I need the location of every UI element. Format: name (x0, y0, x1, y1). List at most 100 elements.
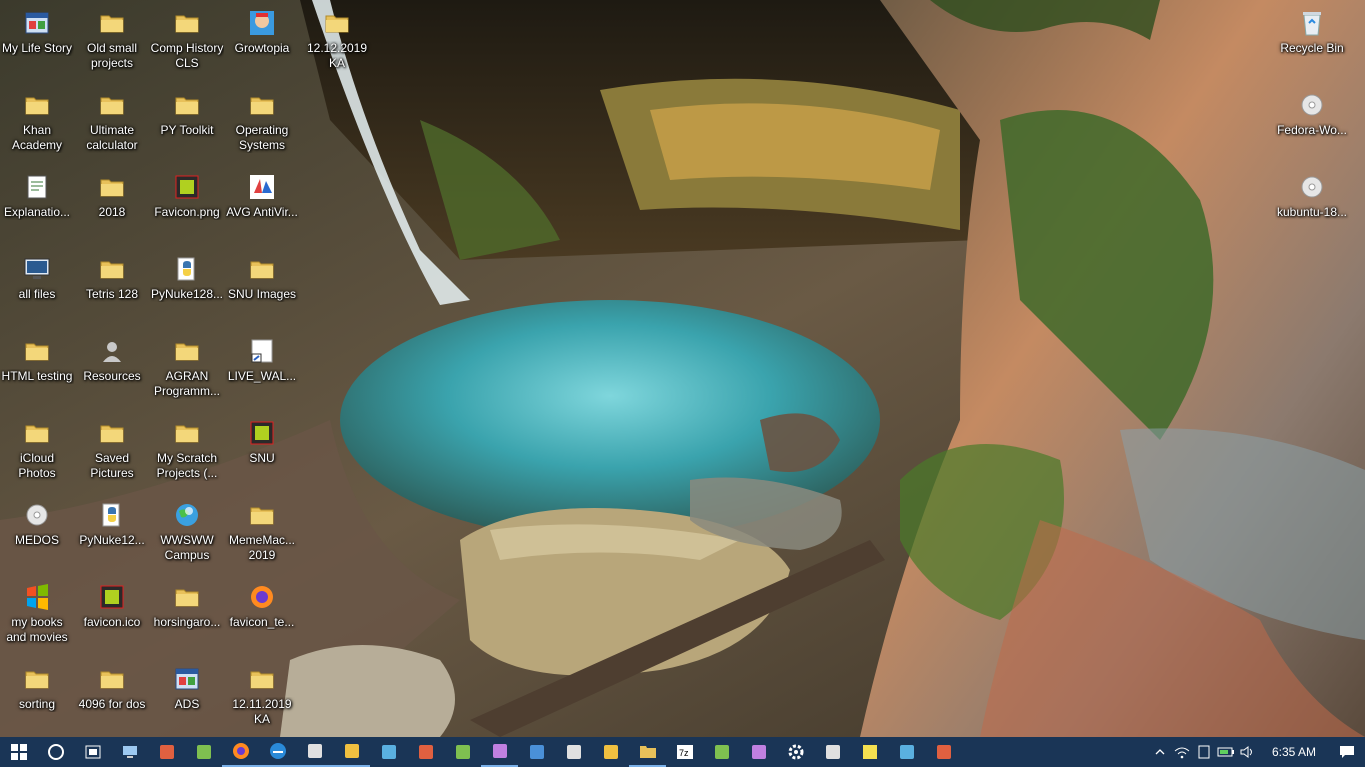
desktop-shortcut[interactable]: iCloud Photos (0, 410, 74, 490)
desktop-shortcut-label: 4096 for dos (78, 697, 146, 711)
desktop-shortcut[interactable]: ADS (150, 656, 224, 736)
globe-icon (172, 500, 202, 530)
desktop-shortcut[interactable]: PY Toolkit (150, 82, 224, 162)
desktop-shortcut[interactable]: Comp History CLS (150, 0, 224, 80)
folder-icon (97, 8, 127, 38)
desktop-shortcut[interactable]: horsingaro... (150, 574, 224, 654)
speaker-icon[interactable] (1237, 737, 1259, 767)
gear-icon[interactable] (777, 737, 814, 767)
desktop-shortcut-label: My Life Story (1, 41, 73, 55)
task-view-icon[interactable] (74, 737, 111, 767)
chevron-up-icon[interactable] (1149, 737, 1171, 767)
desktop-shortcut[interactable]: 12.11.2019 KA (225, 656, 299, 736)
desktop-shortcut[interactable]: Khan Academy (0, 82, 74, 162)
taskbar: 7z 6:35 AM (0, 737, 1365, 767)
desktop-shortcut[interactable]: Operating Systems (225, 82, 299, 162)
desktop-shortcut[interactable]: favicon.ico (75, 574, 149, 654)
app-icon (22, 8, 52, 38)
python-icon[interactable] (518, 737, 555, 767)
edge-icon[interactable] (259, 737, 296, 767)
desktop-shortcut[interactable]: Resources (75, 328, 149, 408)
wifi-icon[interactable] (1171, 737, 1193, 767)
desktop-shortcut[interactable]: SNU Images (225, 246, 299, 326)
this-pc-icon[interactable] (111, 737, 148, 767)
settings-file-icon[interactable] (592, 737, 629, 767)
firefox-icon (247, 582, 277, 612)
desktop-shortcut-label: Khan Academy (11, 123, 63, 152)
cortana-icon[interactable] (37, 737, 74, 767)
desktop-shortcut-label: Old small projects (86, 41, 137, 70)
desktop-shortcut-label: Growtopia (234, 41, 290, 55)
desktop-shortcut[interactable]: AGRAN Programm... (150, 328, 224, 408)
desktop-shortcut-label: Tetris 128 (85, 287, 139, 301)
folder-icon (97, 254, 127, 284)
desktop-shortcut[interactable]: 2018 (75, 164, 149, 244)
folder-icon (247, 254, 277, 284)
desktop-shortcut[interactable]: kubuntu-18... (1275, 164, 1349, 244)
clock[interactable]: 6:35 AM (1259, 745, 1329, 759)
desktop-shortcut[interactable]: LIVE_WAL... (225, 328, 299, 408)
desktop-shortcut[interactable]: sorting (0, 656, 74, 736)
desktop-shortcut[interactable]: 12.12.2019 KA (300, 0, 374, 80)
desktop-shortcut-label: SNU Images (227, 287, 297, 301)
desktop-shortcut[interactable]: SNU (225, 410, 299, 490)
desktop-shortcut[interactable]: My Life Story (0, 0, 74, 80)
app-icon[interactable] (444, 737, 481, 767)
folder-icon (172, 8, 202, 38)
7zip-icon[interactable]: 7z (666, 737, 703, 767)
desktop-shortcut[interactable]: PyNuke128... (150, 246, 224, 326)
desktop-shortcut-label: iCloud Photos (18, 451, 56, 480)
desktop-shortcut[interactable]: WWSWW Campus (150, 492, 224, 572)
desktop-shortcut-label: Favicon.png (154, 205, 220, 219)
steam-icon[interactable] (407, 737, 444, 767)
cloud-icon[interactable] (185, 737, 222, 767)
desktop-shortcut[interactable]: all files (0, 246, 74, 326)
desktop-shortcut[interactable]: Ultimate calculator (75, 82, 149, 162)
desktop-shortcut[interactable]: Saved Pictures (75, 410, 149, 490)
film-icon[interactable] (888, 737, 925, 767)
folder-icon (97, 172, 127, 202)
file-icon[interactable] (148, 737, 185, 767)
desktop-shortcut-label: HTML testing (1, 369, 73, 383)
python-icon (97, 500, 127, 530)
notepad-icon[interactable] (296, 737, 333, 767)
paint-icon[interactable] (370, 737, 407, 767)
desktop-shortcut[interactable]: Fedora-Wo... (1275, 82, 1349, 162)
tablet-mode-icon[interactable] (1193, 737, 1215, 767)
desktop-shortcut[interactable]: PyNuke12... (75, 492, 149, 572)
store-icon[interactable] (555, 737, 592, 767)
desktop-shortcut[interactable]: HTML testing (0, 328, 74, 408)
desktop-shortcut[interactable]: AVG AntiVir... (225, 164, 299, 244)
office-icon[interactable] (740, 737, 777, 767)
folder-icon (247, 90, 277, 120)
battery-icon[interactable] (1215, 737, 1237, 767)
desktop-shortcut[interactable]: Tetris 128 (75, 246, 149, 326)
action-center-icon[interactable] (1329, 737, 1365, 767)
image-icon (247, 418, 277, 448)
desktop-shortcut[interactable]: Favicon.png (150, 164, 224, 244)
desktop-shortcut[interactable]: Growtopia (225, 0, 299, 80)
desktop-shortcut[interactable]: favicon_te... (225, 574, 299, 654)
desktop-shortcut-label: Explanatio... (3, 205, 71, 219)
bookmark-icon[interactable] (814, 737, 851, 767)
calculator-icon[interactable] (333, 737, 370, 767)
desktop-shortcut[interactable]: My Scratch Projects (... (150, 410, 224, 490)
windows-media-icon (22, 582, 52, 612)
desktop-shortcut[interactable]: Recycle Bin (1275, 0, 1349, 80)
folder-icon[interactable] (629, 737, 666, 767)
svg-text:7z: 7z (679, 748, 689, 758)
firefox-icon[interactable] (222, 737, 259, 767)
sticky-notes-icon[interactable] (851, 737, 888, 767)
remote-desktop-icon[interactable] (925, 737, 962, 767)
paint-app-icon[interactable] (703, 737, 740, 767)
start-icon[interactable] (0, 737, 37, 767)
desktop-shortcut[interactable]: Old small projects (75, 0, 149, 80)
desktop-shortcut[interactable]: my books and movies (0, 574, 74, 654)
desktop-shortcut[interactable]: Explanatio... (0, 164, 74, 244)
folder-icon (172, 90, 202, 120)
desktop-shortcut-label: Fedora-Wo... (1277, 123, 1347, 137)
desktop-shortcut[interactable]: 4096 for dos (75, 656, 149, 736)
gimp-icon[interactable] (481, 737, 518, 767)
desktop-shortcut[interactable]: MEDOS (0, 492, 74, 572)
desktop-shortcut[interactable]: MemeMac... 2019 (225, 492, 299, 572)
